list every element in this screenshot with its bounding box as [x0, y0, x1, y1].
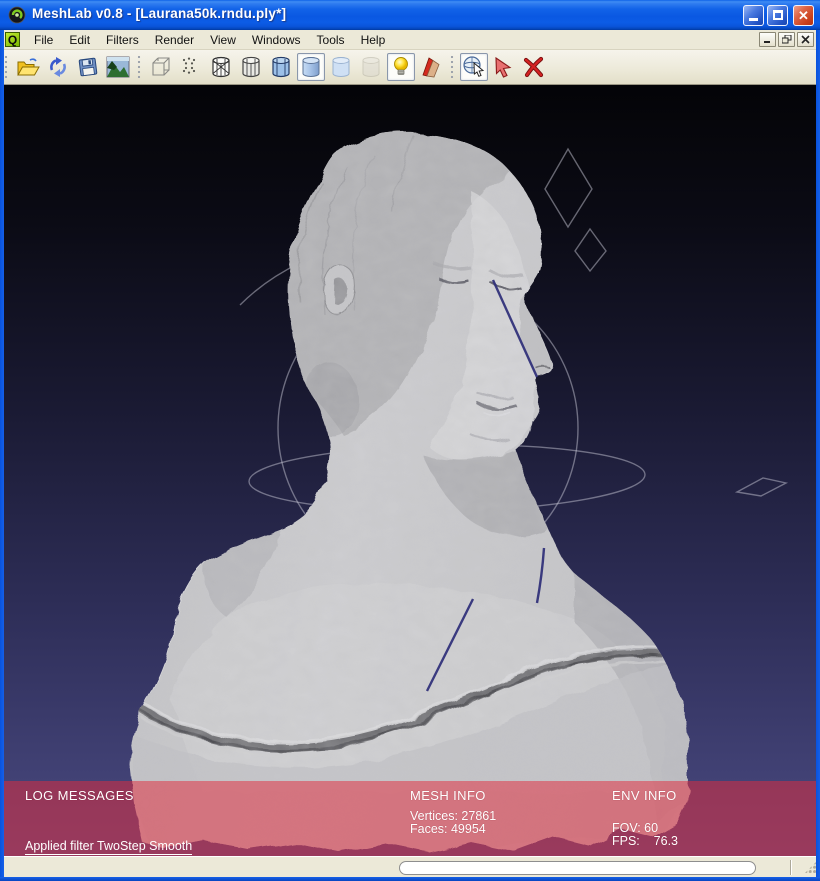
close-button[interactable]: ✕: [793, 5, 814, 26]
mesh-scene: [4, 85, 816, 856]
minimize-button[interactable]: [743, 5, 764, 26]
vertices-count: Vertices: 27861: [410, 809, 496, 823]
window-border-left: [0, 30, 4, 881]
fps-value: FPS: 76.3: [612, 834, 678, 848]
fov-value: FOV: 60: [612, 821, 658, 835]
mdi-window-controls: [759, 32, 814, 47]
show-trackball-icon[interactable]: [460, 53, 488, 81]
open-icon[interactable]: [14, 53, 42, 81]
progress-bar: [399, 861, 756, 875]
log-messages-header: LOG MESSAGES: [25, 788, 134, 803]
toolbar-grip[interactable]: [137, 56, 141, 78]
menu-edit[interactable]: Edit: [61, 31, 98, 49]
texture-icon: [357, 53, 385, 81]
menu-filters[interactable]: Filters: [98, 31, 147, 49]
window-border-bottom: [0, 877, 820, 881]
meshlab-logo-icon: [8, 6, 26, 24]
meshlab-window: MeshLab v0.8 - [Laurana50k.rndu.ply*] ✕ …: [0, 0, 820, 881]
info-overlay: LOG MESSAGES MESH INFO ENV INFO Vertices…: [4, 781, 816, 856]
document-icon[interactable]: Q: [5, 32, 20, 47]
toolbar-grip[interactable]: [450, 56, 454, 78]
wireframe-icon[interactable]: [207, 53, 235, 81]
faces-count: Faces: 49954: [410, 822, 486, 836]
maximize-button[interactable]: [767, 5, 788, 26]
hidden-lines-icon[interactable]: [267, 53, 295, 81]
mdi-close-button[interactable]: [797, 32, 814, 47]
env-info-header: ENV INFO: [612, 788, 677, 803]
bust-mesh: [90, 120, 710, 856]
toolbar-grip[interactable]: [4, 56, 8, 78]
toolbar: [0, 50, 820, 85]
light-toggle-icon[interactable]: [387, 53, 415, 81]
window-title: MeshLab v0.8 - [Laurana50k.rndu.ply*]: [32, 6, 286, 21]
smooth-shading-icon[interactable]: [297, 53, 325, 81]
menu-bar: Q File Edit Filters Render View Windows …: [0, 30, 820, 50]
status-bar: [0, 856, 820, 877]
log-message: Applied filter TwoStep Smooth: [25, 839, 192, 855]
snapshot-icon[interactable]: [104, 53, 132, 81]
reload-icon[interactable]: [44, 53, 72, 81]
window-border-right: [816, 30, 820, 881]
menu-file[interactable]: File: [26, 31, 61, 49]
flat-lines-icon[interactable]: [237, 53, 265, 81]
delete-mesh-icon[interactable]: [520, 53, 548, 81]
title-bar[interactable]: MeshLab v0.8 - [Laurana50k.rndu.ply*] ✕: [0, 0, 820, 30]
points-icon[interactable]: [177, 53, 205, 81]
status-separator: [790, 860, 792, 875]
menu-view[interactable]: View: [202, 31, 244, 49]
menu-render[interactable]: Render: [147, 31, 202, 49]
mdi-minimize-button[interactable]: [759, 32, 776, 47]
menu-tools[interactable]: Tools: [309, 31, 353, 49]
backface-wedge-icon[interactable]: [417, 53, 445, 81]
menu-windows[interactable]: Windows: [244, 31, 309, 49]
mesh-info-header: MESH INFO: [410, 788, 486, 803]
pick-arrow-icon[interactable]: [490, 53, 518, 81]
bbox-icon[interactable]: [147, 53, 175, 81]
save-icon[interactable]: [74, 53, 102, 81]
menu-help[interactable]: Help: [353, 31, 394, 49]
gl-viewport[interactable]: LOG MESSAGES MESH INFO ENV INFO Vertices…: [4, 85, 816, 856]
mdi-restore-button[interactable]: [778, 32, 795, 47]
flat-shading-icon[interactable]: [327, 53, 355, 81]
